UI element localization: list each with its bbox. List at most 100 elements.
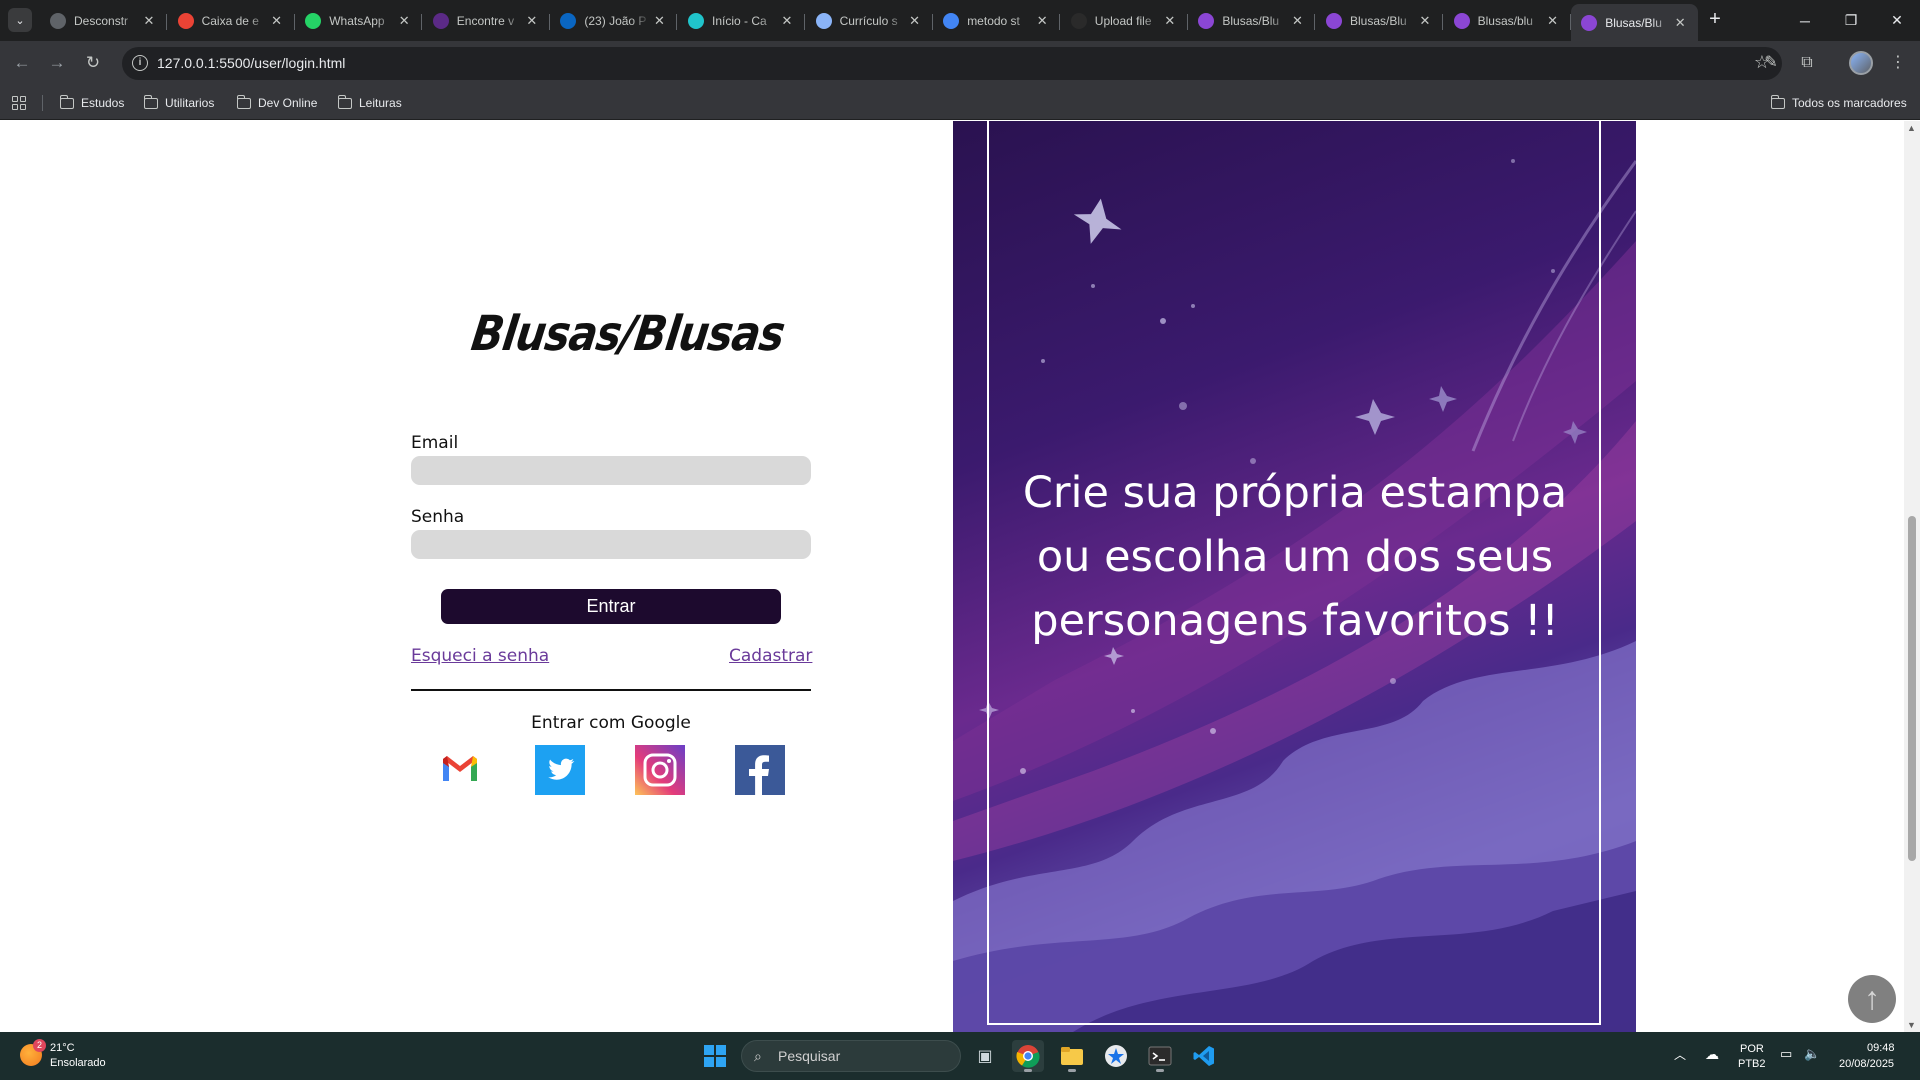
bookmark-folder-leituras[interactable]: Leituras bbox=[337, 94, 402, 112]
scroll-to-top-button[interactable]: ↑ bbox=[1848, 975, 1896, 1023]
terminal-icon[interactable] bbox=[1144, 1040, 1176, 1072]
site-logo[interactable]: Blusas/Blusas bbox=[464, 305, 788, 391]
shirt-icon bbox=[1326, 13, 1342, 29]
store-app-icon[interactable] bbox=[1100, 1040, 1132, 1072]
active-indicator bbox=[1024, 1069, 1032, 1072]
browser-tab[interactable]: metodo st ✕ bbox=[933, 6, 1061, 36]
taskbar-search[interactable]: ⌕ Pesquisar bbox=[741, 1040, 961, 1072]
language-indicator[interactable]: POR bbox=[1740, 1043, 1764, 1055]
email-input[interactable] bbox=[411, 456, 811, 485]
twitter-icon[interactable] bbox=[535, 745, 585, 795]
new-tab-button[interactable]: + bbox=[1703, 8, 1727, 32]
cloud-offline-icon[interactable]: ☁ bbox=[1705, 1046, 1719, 1063]
browser-tab[interactable]: Blusas/blu ✕ bbox=[1444, 6, 1571, 36]
file-explorer-icon[interactable] bbox=[1056, 1040, 1088, 1072]
keyboard-layout[interactable]: PTB2 bbox=[1738, 1058, 1766, 1070]
weather-temp[interactable]: 21°C bbox=[50, 1042, 75, 1054]
page-viewport: Blusas/Blusas Email Senha Entrar Esqueci… bbox=[0, 121, 1904, 1032]
address-bar[interactable]: i 127.0.0.1:5500/user/login.html ☆ bbox=[122, 47, 1782, 80]
close-tab-icon[interactable]: ✕ bbox=[1289, 13, 1305, 29]
bookmark-label: Estudos bbox=[81, 96, 125, 110]
tab-title: WhatsApp bbox=[329, 14, 385, 28]
register-link[interactable]: Cadastrar bbox=[729, 646, 812, 666]
browser-tab[interactable]: Desconstr ✕ bbox=[40, 6, 167, 36]
tab-strip: ⌄ Desconstr ✕ Caixa de e ✕ WhatsApp ✕ Encontre… bbox=[0, 0, 1920, 41]
back-button[interactable]: ← bbox=[8, 49, 36, 77]
page-scrollbar[interactable]: ▲ ▼ bbox=[1904, 121, 1920, 1032]
close-tab-icon[interactable]: ✕ bbox=[1417, 13, 1433, 29]
scrollbar-thumb[interactable] bbox=[1908, 516, 1916, 861]
reload-button[interactable]: ↻ bbox=[79, 49, 107, 77]
bookmark-folder-utilitarios[interactable]: Utilitarios bbox=[143, 94, 214, 112]
pen-extension-icon[interactable]: ✎ bbox=[1757, 49, 1785, 77]
browser-tab[interactable]: Encontre v ✕ bbox=[423, 6, 550, 36]
gmail-icon bbox=[177, 13, 194, 29]
windows-taskbar: 2 21°C Ensolarado ⌕ Pesquisar ▣ ︿ ☁ POR … bbox=[0, 1032, 1920, 1080]
close-tab-icon[interactable]: ✕ bbox=[396, 13, 412, 29]
close-tab-icon[interactable]: ✕ bbox=[524, 13, 540, 29]
scroll-up-arrow-icon[interactable]: ▲ bbox=[1907, 123, 1916, 133]
clock-date[interactable]: 20/08/2025 bbox=[1839, 1058, 1894, 1070]
email-label: Email bbox=[411, 433, 459, 453]
close-tab-icon[interactable]: ✕ bbox=[269, 13, 285, 29]
weather-desc[interactable]: Ensolarado bbox=[50, 1057, 106, 1069]
printer-icon bbox=[815, 13, 832, 29]
browser-tab[interactable]: Blusas/Blu ✕ bbox=[1188, 6, 1316, 36]
tab-title: Início - Ca bbox=[712, 14, 767, 28]
close-tab-icon[interactable]: ✕ bbox=[1545, 13, 1561, 29]
close-tab-icon[interactable]: ✕ bbox=[907, 13, 923, 29]
close-tab-icon[interactable]: ✕ bbox=[651, 13, 667, 29]
bookmark-folder-dev-online[interactable]: Dev Online bbox=[236, 94, 318, 112]
vscode-icon[interactable] bbox=[1188, 1040, 1220, 1072]
extensions-icon[interactable]: ⧉ bbox=[1793, 49, 1821, 77]
browser-tab[interactable]: Currículo s ✕ bbox=[806, 6, 933, 36]
browser-tab[interactable]: Início - Ca ✕ bbox=[678, 6, 805, 36]
browser-tab[interactable]: WhatsApp ✕ bbox=[295, 6, 423, 36]
browser-tab[interactable]: Blusas/Blu ✕ bbox=[1316, 6, 1443, 36]
profile-avatar[interactable] bbox=[1849, 51, 1873, 75]
task-view-icon[interactable]: ▣ bbox=[969, 1040, 1001, 1072]
close-tab-icon[interactable]: ✕ bbox=[141, 13, 157, 29]
forgot-password-link[interactable]: Esqueci a senha bbox=[411, 646, 549, 666]
close-window-button[interactable]: ✕ bbox=[1874, 0, 1920, 41]
apps-grid-icon[interactable] bbox=[12, 96, 26, 110]
minimize-button[interactable]: ─ bbox=[1782, 0, 1828, 41]
restore-button[interactable]: ❐ bbox=[1828, 0, 1874, 41]
clock-time[interactable]: 09:48 bbox=[1867, 1042, 1895, 1054]
browser-tab[interactable]: Blusas/Blu ✕ bbox=[1571, 4, 1699, 41]
network-icon[interactable]: ▭ bbox=[1780, 1046, 1792, 1062]
address-url[interactable]: 127.0.0.1:5500/user/login.html bbox=[157, 55, 345, 71]
facebook-icon[interactable] bbox=[735, 745, 785, 795]
browser-tab[interactable]: Upload file ✕ bbox=[1061, 6, 1188, 36]
bookmark-label: Dev Online bbox=[258, 96, 318, 110]
close-tab-icon[interactable]: ✕ bbox=[779, 13, 795, 29]
bookmark-label: Leituras bbox=[359, 96, 402, 110]
volume-icon[interactable]: 🔈 bbox=[1804, 1046, 1820, 1062]
instagram-icon[interactable] bbox=[635, 745, 685, 795]
login-button[interactable]: Entrar bbox=[441, 589, 781, 624]
password-label: Senha bbox=[411, 507, 465, 527]
chrome-taskbar-icon[interactable] bbox=[1012, 1040, 1044, 1072]
tab-title: Caixa de e bbox=[201, 14, 259, 28]
tab-title: Blusas/Blu bbox=[1605, 15, 1662, 30]
scroll-down-arrow-icon[interactable]: ▼ bbox=[1907, 1020, 1916, 1030]
close-tab-icon[interactable]: ✕ bbox=[1162, 13, 1178, 29]
tab-title: metodo st bbox=[967, 14, 1020, 28]
menu-kebab-icon[interactable]: ⋮ bbox=[1884, 49, 1912, 77]
site-info-icon[interactable]: i bbox=[132, 55, 148, 71]
tab-search-button[interactable]: ⌄ bbox=[8, 8, 32, 32]
browser-tab[interactable]: (23) João P ✕ bbox=[550, 6, 678, 36]
tab-title: Blusas/blu bbox=[1477, 14, 1533, 28]
password-input[interactable] bbox=[411, 530, 811, 559]
close-tab-icon[interactable]: ✕ bbox=[1034, 13, 1050, 29]
all-bookmarks-folder[interactable]: Todos os marcadores bbox=[1770, 94, 1907, 112]
close-tab-icon[interactable]: ✕ bbox=[1672, 15, 1688, 31]
gmail-icon[interactable] bbox=[435, 745, 485, 795]
tray-chevron-icon[interactable]: ︿ bbox=[1674, 1046, 1686, 1063]
active-indicator bbox=[1068, 1069, 1076, 1072]
bookmark-folder-estudos[interactable]: Estudos bbox=[59, 94, 125, 112]
tab-title: Upload file bbox=[1094, 14, 1152, 28]
windows-start-icon[interactable] bbox=[704, 1045, 726, 1067]
browser-tab[interactable]: Caixa de e ✕ bbox=[168, 6, 295, 36]
forward-button[interactable]: → bbox=[43, 49, 71, 77]
